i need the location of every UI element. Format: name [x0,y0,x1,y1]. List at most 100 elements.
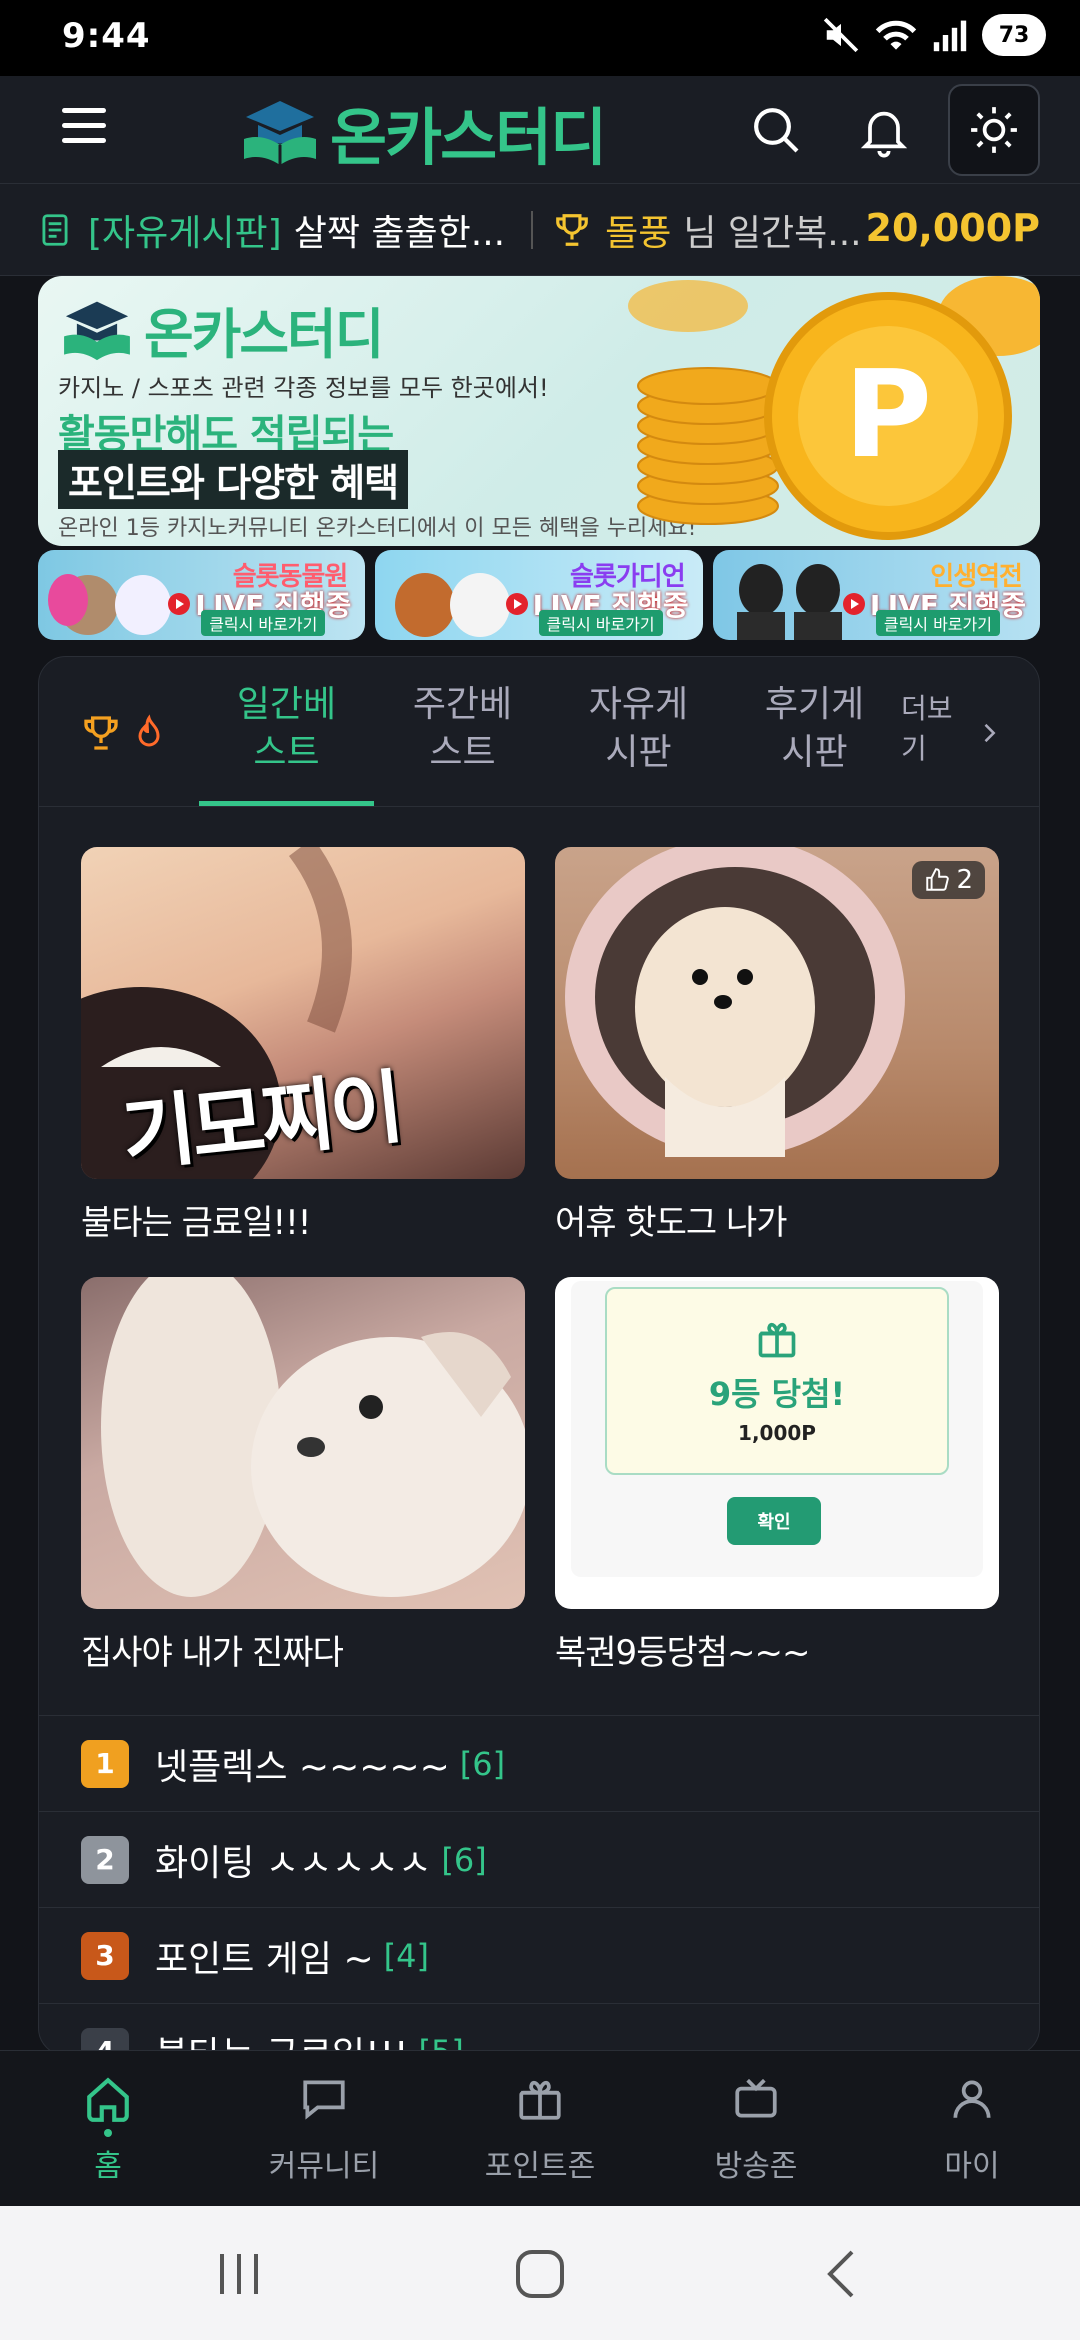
post-card[interactable]: 기모찌이 불타는 금료일!!! [81,847,525,1244]
play-icon [505,593,528,615]
promo-banner[interactable]: 온카스터디 카지노 / 스포츠 관련 각종 정보를 모두 한곳에서! 활동만해도… [38,276,1040,546]
ticker-points: 20,000P [865,206,1041,250]
tab-review-board[interactable]: 후기게 시판 [727,681,902,777]
tab-more-button[interactable]: 더보 기 [901,689,961,769]
trophy-icon [84,716,118,750]
status-icons: 73 [822,14,1046,56]
tab-label: 일간베 스트 [236,684,337,773]
nav-label: 방송존 [714,2149,798,2184]
comment-count: [4] [383,1936,429,1975]
masked-figures-illustration [736,564,842,640]
tab-icons [81,713,167,753]
search-icon [754,108,799,153]
prize-amount: 1,000P [738,1421,816,1445]
tab-free-board[interactable]: 자유게 시판 [551,681,726,777]
thumbs-up-icon [926,868,950,891]
play-icon [168,593,191,615]
news-ticker[interactable]: [자유게시판] 살짝 출출한... 돌풍 님 일간복... 20,000P [0,184,1080,276]
ranking-row[interactable]: 4 불타는 금료일!!! [5] [39,2003,1039,2055]
live-banner-click: 클릭시 바로가기 [201,610,326,636]
chevron-right-icon[interactable] [975,719,1003,747]
recent-apps-button[interactable] [214,2250,264,2298]
dogs-illustration [101,1277,525,1597]
ticker-category: [자유게시판] [88,212,282,254]
fire-icon [138,714,160,747]
ranking-row[interactable]: 3 포인트 게임 ~ [4] [39,1907,1039,2003]
bottom-navigation: 홈 커뮤니티 포인트존 방송존 마이 [0,2050,1080,2206]
banner-line-3: 포인트와 다양한 혜택 [58,450,409,509]
coins-illustration: P [628,276,1040,540]
banner-line-1: 카지노 / 스포츠 관련 각종 정보를 모두 한곳에서! [58,374,549,402]
user-icon [953,2080,991,2118]
nav-label: 마이 [944,2149,1000,2184]
ranking-list: 1 넷플렉스 ~~~~~ [6] 2 화이팅 ㅅㅅㅅㅅㅅ [6] 3 포인트 게… [39,1715,1039,2055]
ranking-title: 포인트 게임 ~ [155,1938,374,1980]
post-thumbnail [81,1277,525,1609]
ticker-divider [531,210,534,249]
play-icon [842,593,865,615]
ticker-post-title[interactable]: 살짝 출출한... [294,204,505,256]
tab-label: 후기게 시판 [764,684,865,773]
trophy-icon [556,213,588,246]
theme-toggle-button[interactable] [948,84,1040,176]
nav-broadcast-zone[interactable]: 방송존 [648,2051,864,2206]
live-banner[interactable]: 슬롯가디언 LIVE 진행중 클릭시 바로가기 [375,550,703,640]
notification-button[interactable] [856,102,912,158]
nav-my[interactable]: 마이 [864,2051,1080,2206]
post-caption: 불타는 금료일!!! [81,1203,311,1243]
home-icon [87,2077,129,2122]
like-count: 2 [956,865,973,895]
mascot-illustration [48,574,171,635]
ranking-row[interactable]: 2 화이팅 ㅅㅅㅅㅅㅅ [6] [39,1811,1039,1907]
back-button[interactable] [820,2248,864,2300]
tab-more-label: 더보 기 [901,692,953,765]
gift-icon [519,2080,561,2120]
ranking-row[interactable]: 1 넷플렉스 ~~~~~ [6] [39,1715,1039,1811]
post-card[interactable]: 집사야 내가 진짜다 [81,1277,525,1674]
nav-point-zone[interactable]: 포인트존 [432,2051,648,2206]
nav-label: 커뮤니티 [268,2149,380,2184]
comment-count: [6] [459,1744,506,1783]
rank-badge: 3 [81,1931,129,1980]
banner-logo: 온카스터디 [60,290,384,369]
live-banner-click: 클릭시 바로가기 [538,610,663,636]
post-caption: 집사야 내가 진짜다 [81,1633,344,1673]
live-banner[interactable]: 슬롯동물원 LIVE 진행중 클릭시 바로가기 [38,550,366,640]
nav-label: 포인트존 [484,2149,596,2184]
rank-badge: 2 [81,1835,129,1884]
post-thumbnail: 기모찌이 [81,847,525,1179]
bell-icon [860,111,908,158]
live-banner[interactable]: 인생역전 LIVE 진행중 클릭시 바로가기 [712,550,1040,640]
rank-badge: 1 [81,1739,129,1788]
banner-logo-text: 온카스터디 [144,303,384,366]
ranking-title: 넷플렉스 ~~~~~ [155,1746,450,1788]
status-bar: 9:44 73 [0,0,1080,76]
menu-button[interactable] [62,108,106,152]
tab-daily-best[interactable]: 일간베 스트 [199,681,374,777]
site-logo[interactable]: 온카스터디 [240,94,607,174]
post-thumbnail: 9등 당첨! 1,000P 확인 [555,1277,999,1609]
search-button[interactable] [748,102,804,158]
ranking-title: 화이팅 ㅅㅅㅅㅅㅅ [155,1842,432,1884]
home-button[interactable] [514,2248,566,2300]
post-card[interactable]: 9등 당첨! 1,000P 확인 복권9등당첨~~~ [555,1277,999,1674]
wifi-icon [875,20,917,50]
nav-home[interactable]: 홈 [0,2051,216,2206]
sun-icon [971,107,1017,153]
app-header: 온카스터디 [0,76,1080,184]
comment-count: [6] [441,1840,487,1879]
tab-label: 주간베 스트 [412,684,513,773]
board-tabs: 일간베 스트 주간베 스트 자유게 시판 후기게 시판 더보 기 [39,657,1039,807]
mute-icon [823,17,859,53]
nav-label: 홈 [94,2149,122,2184]
chat-icon [303,2080,345,2120]
ticker-suffix: 님 일간복... [683,212,862,254]
post-card[interactable]: 2 어휴 핫도그 나가 [555,847,999,1244]
tab-weekly-best[interactable]: 주간베 스트 [375,681,550,777]
mascot-illustration [395,573,511,637]
battery-indicator: 73 [982,14,1046,56]
nav-community[interactable]: 커뮤니티 [216,2051,432,2206]
post-caption: 어휴 핫도그 나가 [555,1203,788,1243]
book-logo-icon [64,301,130,360]
svg-text:P: P [844,346,932,485]
